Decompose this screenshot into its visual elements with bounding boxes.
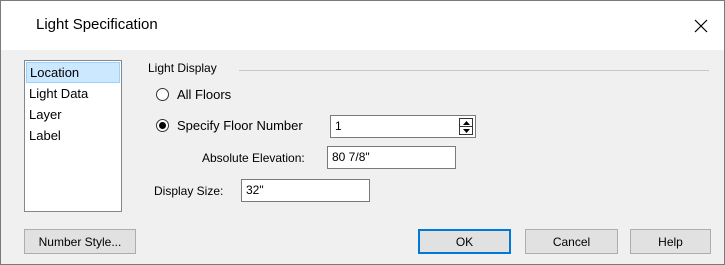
specify-floor-radio[interactable] <box>156 119 169 132</box>
spin-up-button[interactable] <box>460 119 472 126</box>
chevron-up-icon <box>462 120 470 125</box>
display-size-label: Display Size: <box>154 184 224 198</box>
absolute-elevation-label: Absolute Elevation: <box>202 151 305 165</box>
close-icon <box>694 19 708 32</box>
category-list[interactable]: Location Light Data Layer Label <box>24 60 122 212</box>
light-display-group <box>141 70 709 71</box>
ok-button[interactable]: OK <box>418 229 511 254</box>
spin-down-button[interactable] <box>460 126 472 134</box>
nav-item-light-data[interactable]: Light Data <box>25 83 121 104</box>
nav-item-location[interactable]: Location <box>26 62 120 83</box>
floor-number-spinner[interactable] <box>459 118 473 135</box>
nav-item-label[interactable]: Label <box>25 125 121 146</box>
display-size-value: 32" <box>246 183 264 197</box>
light-display-group-label: Light Display <box>148 61 220 75</box>
absolute-elevation-value: 80 7/8" <box>332 150 370 164</box>
nav-item-layer[interactable]: Layer <box>25 104 121 125</box>
all-floors-option[interactable]: All Floors <box>156 87 231 102</box>
all-floors-label: All Floors <box>177 87 232 102</box>
group-divider <box>239 70 709 71</box>
floor-number-value: 1 <box>335 119 342 133</box>
display-size-field[interactable]: 32" <box>241 179 370 202</box>
number-style-button[interactable]: Number Style... <box>24 229 136 254</box>
chevron-down-icon <box>462 128 470 133</box>
help-button[interactable]: Help <box>630 229 711 254</box>
all-floors-radio[interactable] <box>156 88 169 101</box>
dialog-title: Light Specification <box>36 16 158 33</box>
light-specification-dialog: Light Specification Location Light Data … <box>0 0 725 265</box>
cancel-button[interactable]: Cancel <box>525 229 618 254</box>
specify-floor-option[interactable]: Specify Floor Number <box>156 118 303 133</box>
close-button[interactable] <box>678 1 724 50</box>
floor-number-stepper[interactable]: 1 <box>330 115 476 138</box>
absolute-elevation-field[interactable]: 80 7/8" <box>327 146 456 169</box>
specify-floor-label: Specify Floor Number <box>177 118 303 133</box>
title-bar: Light Specification <box>1 1 724 50</box>
